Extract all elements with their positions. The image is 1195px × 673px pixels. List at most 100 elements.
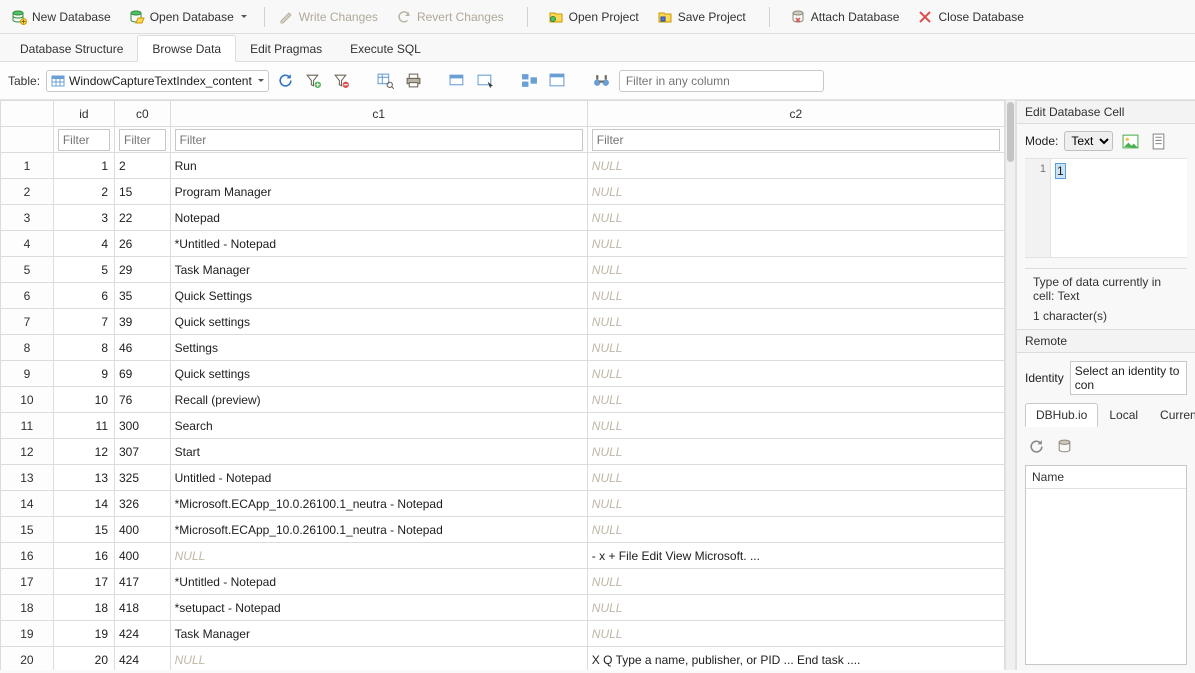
cell-c1[interactable]: Quick settings: [170, 361, 587, 387]
cell-c1[interactable]: Recall (preview): [170, 387, 587, 413]
table-row[interactable]: 1818418*setupact - NotepadNULL: [1, 595, 1005, 621]
cell-c1[interactable]: Untitled - Notepad: [170, 465, 587, 491]
column-header-id[interactable]: id: [53, 101, 114, 127]
table-row[interactable]: 8846SettingsNULL: [1, 335, 1005, 361]
cell-c1[interactable]: Quick settings: [170, 309, 587, 335]
row-number[interactable]: 8: [1, 335, 54, 361]
row-number[interactable]: 12: [1, 439, 54, 465]
cell-c2[interactable]: NULL: [587, 413, 1004, 439]
cell-c1[interactable]: *Microsoft.ECApp_10.0.26100.1_neutra - N…: [170, 491, 587, 517]
row-number[interactable]: 13: [1, 465, 54, 491]
cell-c1[interactable]: NULL: [170, 543, 587, 569]
cell-c1[interactable]: *Microsoft.ECApp_10.0.26100.1_neutra - N…: [170, 517, 587, 543]
cell-c0[interactable]: 2: [115, 153, 171, 179]
row-number[interactable]: 20: [1, 647, 54, 671]
mode-select[interactable]: Text: [1064, 131, 1113, 151]
cell-c0[interactable]: 69: [115, 361, 171, 387]
cell-c2[interactable]: NULL: [587, 491, 1004, 517]
cell-id[interactable]: 2: [53, 179, 114, 205]
remote-tab-local[interactable]: Local: [1098, 403, 1149, 427]
cell-id[interactable]: 20: [53, 647, 114, 671]
table-row[interactable]: 6635Quick SettingsNULL: [1, 283, 1005, 309]
cell-id[interactable]: 3: [53, 205, 114, 231]
cell-c0[interactable]: 300: [115, 413, 171, 439]
delete-record-button[interactable]: [475, 70, 497, 92]
cell-c1[interactable]: Settings: [170, 335, 587, 361]
revert-changes-button[interactable]: Revert Changes: [389, 4, 515, 30]
vertical-scrollbar[interactable]: [1005, 100, 1015, 670]
row-number[interactable]: 2: [1, 179, 54, 205]
cell-c2[interactable]: NULL: [587, 231, 1004, 257]
cell-c0[interactable]: 22: [115, 205, 171, 231]
row-number[interactable]: 5: [1, 257, 54, 283]
find-button[interactable]: [591, 70, 613, 92]
printer-button[interactable]: [403, 70, 425, 92]
row-number[interactable]: 9: [1, 361, 54, 387]
goto-last-button[interactable]: [547, 70, 569, 92]
table-row[interactable]: 1919424Task ManagerNULL: [1, 621, 1005, 647]
table-row[interactable]: 1414326*Microsoft.ECApp_10.0.26100.1_neu…: [1, 491, 1005, 517]
cell-c2[interactable]: X Q Type a name, publisher, or PID ... E…: [587, 647, 1004, 671]
cell-id[interactable]: 4: [53, 231, 114, 257]
cell-c2[interactable]: - x + File Edit View Microsoft. ...: [587, 543, 1004, 569]
global-filter-input[interactable]: [619, 70, 824, 92]
row-number[interactable]: 16: [1, 543, 54, 569]
cell-c0[interactable]: 418: [115, 595, 171, 621]
cell-c2[interactable]: NULL: [587, 309, 1004, 335]
table-row[interactable]: 2215Program ManagerNULL: [1, 179, 1005, 205]
cell-c0[interactable]: 400: [115, 543, 171, 569]
cell-c2[interactable]: NULL: [587, 439, 1004, 465]
table-row[interactable]: 1515400*Microsoft.ECApp_10.0.26100.1_neu…: [1, 517, 1005, 543]
table-row[interactable]: 3322NotepadNULL: [1, 205, 1005, 231]
cell-id[interactable]: 13: [53, 465, 114, 491]
cell-id[interactable]: 11: [53, 413, 114, 439]
refresh-button[interactable]: [275, 70, 297, 92]
insert-record-button[interactable]: [447, 70, 469, 92]
table-row[interactable]: 1212307StartNULL: [1, 439, 1005, 465]
cell-c1[interactable]: NULL: [170, 647, 587, 671]
cell-c0[interactable]: 76: [115, 387, 171, 413]
table-row[interactable]: 1616400NULL- x + File Edit View Microsof…: [1, 543, 1005, 569]
table-row[interactable]: 112RunNULL: [1, 153, 1005, 179]
goto-first-button[interactable]: [519, 70, 541, 92]
row-number[interactable]: 14: [1, 491, 54, 517]
cell-c2[interactable]: NULL: [587, 153, 1004, 179]
write-changes-button[interactable]: Write Changes: [271, 4, 389, 30]
open-project-button[interactable]: Open Project: [541, 4, 650, 30]
row-number[interactable]: 7: [1, 309, 54, 335]
rownum-header[interactable]: [1, 101, 54, 127]
cell-c2[interactable]: NULL: [587, 257, 1004, 283]
column-header-c0[interactable]: c0: [115, 101, 171, 127]
cell-c1[interactable]: *Untitled - Notepad: [170, 231, 587, 257]
remote-refresh-button[interactable]: [1025, 435, 1047, 457]
print-button[interactable]: [375, 70, 397, 92]
cell-id[interactable]: 8: [53, 335, 114, 361]
cell-id[interactable]: 5: [53, 257, 114, 283]
cell-c0[interactable]: 39: [115, 309, 171, 335]
cell-c2[interactable]: NULL: [587, 595, 1004, 621]
table-row[interactable]: 101076Recall (preview)NULL: [1, 387, 1005, 413]
cell-c0[interactable]: 35: [115, 283, 171, 309]
close-database-button[interactable]: Close Database: [910, 4, 1034, 30]
row-number[interactable]: 6: [1, 283, 54, 309]
cell-c1[interactable]: Quick Settings: [170, 283, 587, 309]
table-row[interactable]: 9969Quick settingsNULL: [1, 361, 1005, 387]
row-number[interactable]: 3: [1, 205, 54, 231]
cell-id[interactable]: 7: [53, 309, 114, 335]
remote-push-button[interactable]: [1053, 435, 1075, 457]
attach-database-button[interactable]: Attach Database: [783, 4, 911, 30]
cell-c0[interactable]: 417: [115, 569, 171, 595]
row-number[interactable]: 15: [1, 517, 54, 543]
cell-c0[interactable]: 26: [115, 231, 171, 257]
cell-c0[interactable]: 307: [115, 439, 171, 465]
cell-c2[interactable]: NULL: [587, 569, 1004, 595]
cell-value-editor[interactable]: 1 1: [1025, 158, 1187, 258]
cell-c2[interactable]: NULL: [587, 283, 1004, 309]
save-project-button[interactable]: Save Project: [650, 4, 757, 30]
scrollbar-thumb[interactable]: [1007, 102, 1014, 162]
cell-content[interactable]: 1: [1051, 159, 1187, 257]
cell-id[interactable]: 17: [53, 569, 114, 595]
row-number[interactable]: 1: [1, 153, 54, 179]
cell-c1[interactable]: Run: [170, 153, 587, 179]
open-database-button[interactable]: Open Database: [122, 4, 258, 30]
